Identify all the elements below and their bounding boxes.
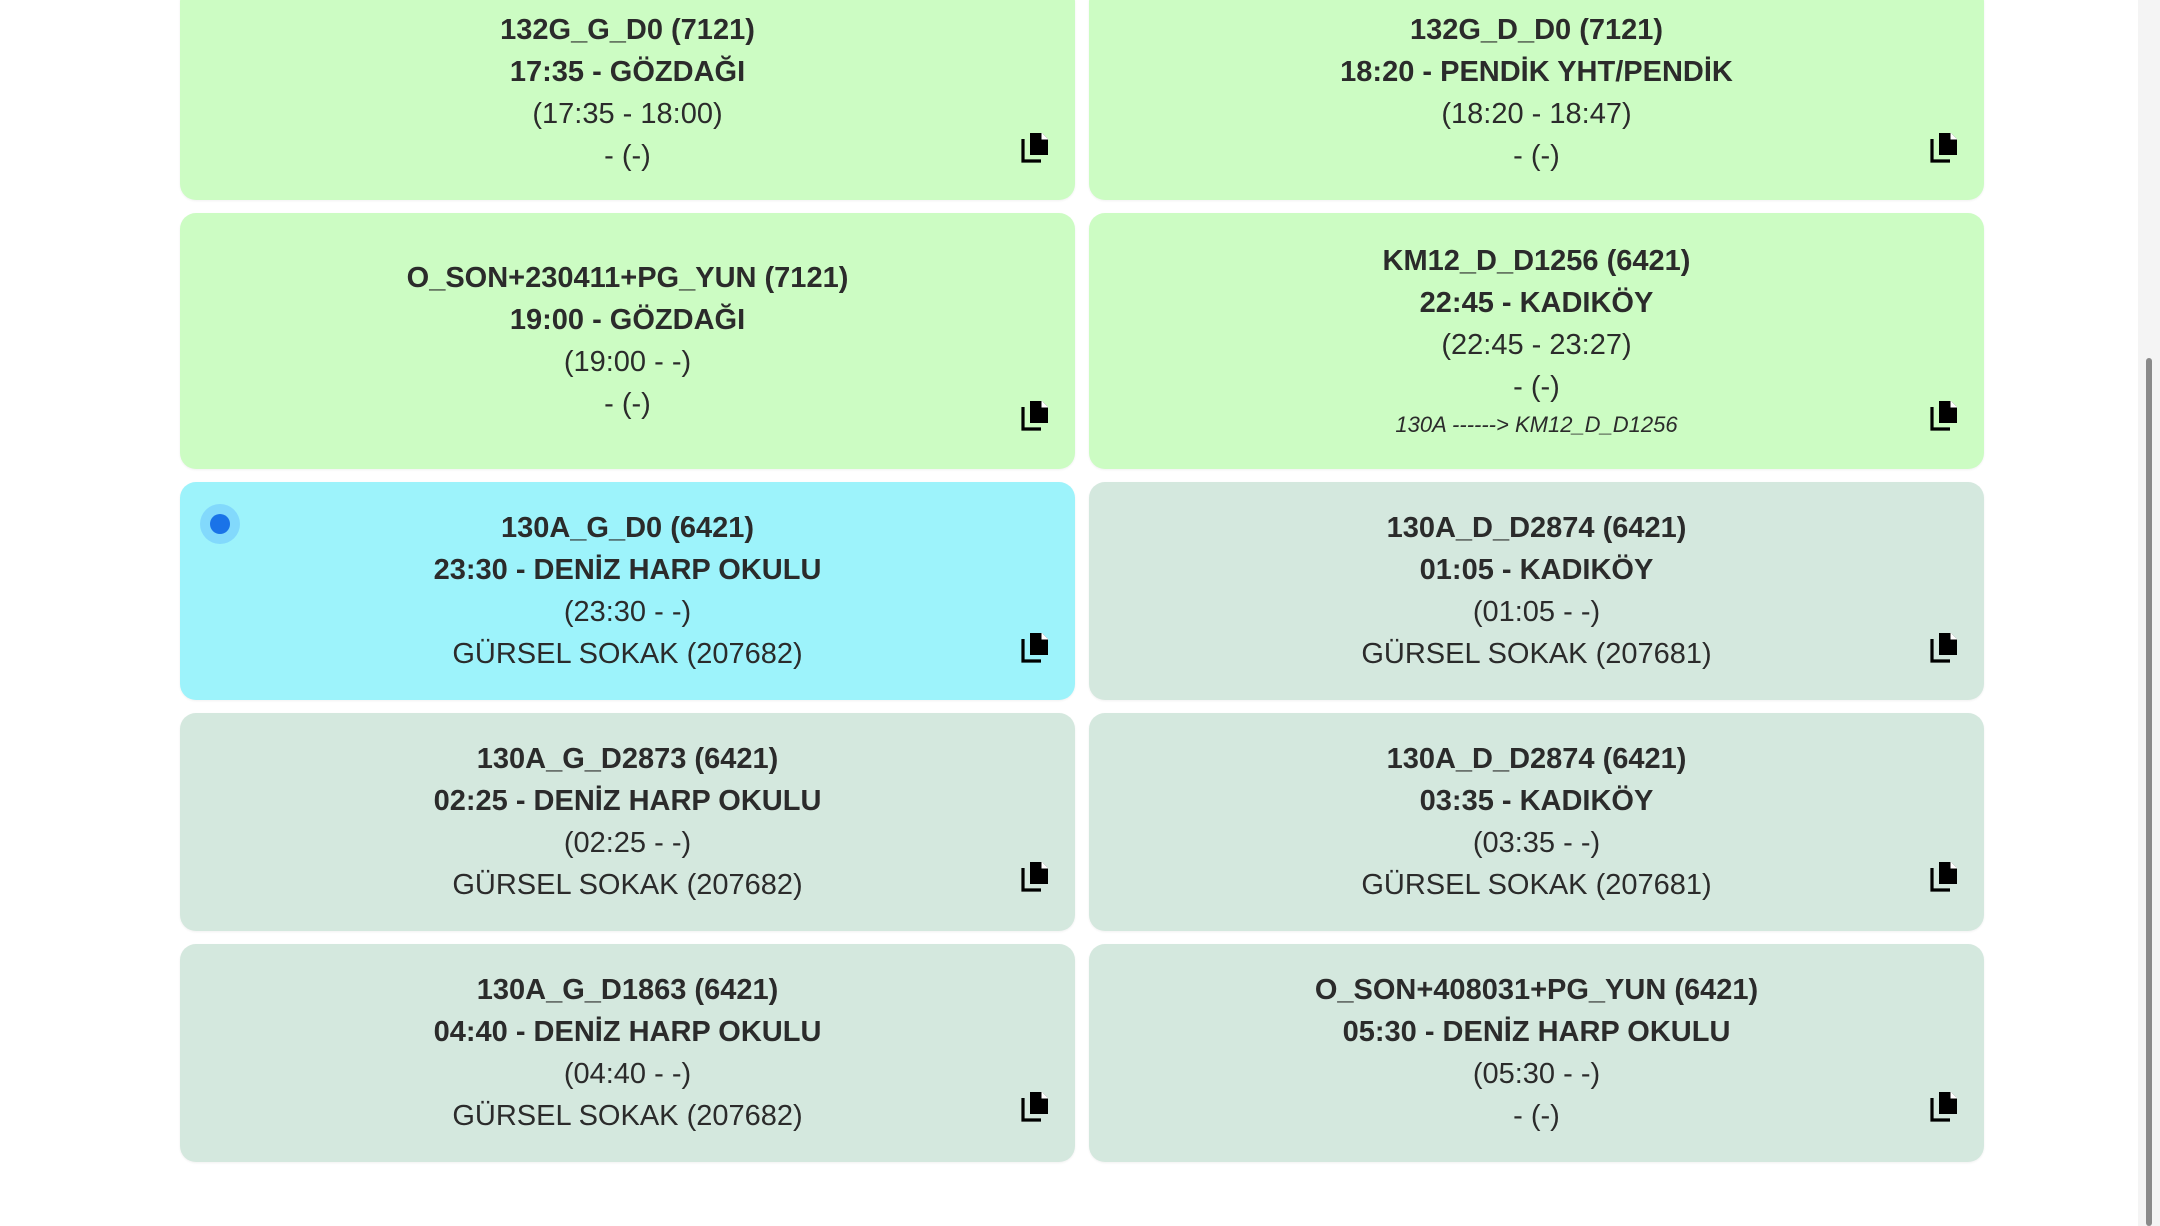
time-range: (04:40 - -) xyxy=(563,1058,692,1090)
trip-card-7[interactable]: 130A_G_D2873 (6421) 02:25 - DENİZ HARP O… xyxy=(180,713,1075,931)
departure-destination: 02:25 - DENİZ HARP OKULU xyxy=(433,785,822,817)
vertical-scrollbar[interactable] xyxy=(2138,0,2160,1226)
selected-indicator-dot xyxy=(200,504,240,544)
trip-code: 130A_G_D0 (6421) xyxy=(500,512,755,544)
stop-name: - (-) xyxy=(604,388,651,420)
stop-name: GÜRSEL SOKAK (207682) xyxy=(452,638,803,670)
copy-icon[interactable] xyxy=(1019,1090,1049,1122)
departure-destination: 05:30 - DENİZ HARP OKULU xyxy=(1342,1016,1731,1048)
trip-code: 132G_G_D0 (7121) xyxy=(500,14,755,46)
copy-icon[interactable] xyxy=(1928,399,1958,431)
copy-icon[interactable] xyxy=(1019,399,1049,431)
trip-card-1[interactable]: 132G_G_D0 (7121) 17:35 - GÖZDAĞI (17:35 … xyxy=(180,0,1075,200)
time-range: (02:25 - -) xyxy=(563,827,692,859)
stop-name: GÜRSEL SOKAK (207681) xyxy=(1361,869,1712,901)
time-range: (18:20 - 18:47) xyxy=(1441,98,1632,130)
stop-name: GÜRSEL SOKAK (207682) xyxy=(452,869,803,901)
trip-card-10[interactable]: O_SON+408031+PG_YUN (6421) 05:30 - DENİZ… xyxy=(1089,944,1984,1162)
copy-icon[interactable] xyxy=(1019,860,1049,892)
stop-name: - (-) xyxy=(1513,140,1560,172)
trip-code: 130A_D_D2874 (6421) xyxy=(1386,743,1687,775)
copy-icon[interactable] xyxy=(1928,1090,1958,1122)
copy-icon[interactable] xyxy=(1019,131,1049,163)
time-range: (05:30 - -) xyxy=(1472,1058,1601,1090)
time-range: (03:35 - -) xyxy=(1472,827,1601,859)
time-range: (23:30 - -) xyxy=(563,596,692,628)
trip-card-5[interactable]: 130A_G_D0 (6421) 23:30 - DENİZ HARP OKUL… xyxy=(180,482,1075,700)
route-transfer-note: 130A ------> KM12_D_D1256 xyxy=(1395,412,1678,437)
copy-icon[interactable] xyxy=(1928,631,1958,663)
trip-code: 130A_D_D2874 (6421) xyxy=(1386,512,1687,544)
trip-code: O_SON+230411+PG_YUN (7121) xyxy=(406,262,849,294)
stop-name: - (-) xyxy=(604,140,651,172)
trip-code: KM12_D_D1256 (6421) xyxy=(1382,245,1691,277)
trip-code: O_SON+408031+PG_YUN (6421) xyxy=(1314,974,1759,1006)
departure-destination: 18:20 - PENDİK YHT/PENDİK xyxy=(1340,56,1733,88)
trip-card-8[interactable]: 130A_D_D2874 (6421) 03:35 - KADIKÖY (03:… xyxy=(1089,713,1984,931)
stop-name: GÜRSEL SOKAK (207681) xyxy=(1361,638,1712,670)
trip-code: 130A_G_D2873 (6421) xyxy=(476,743,779,775)
trip-card-4[interactable]: KM12_D_D1256 (6421) 22:45 - KADIKÖY (22:… xyxy=(1089,213,1984,469)
copy-icon[interactable] xyxy=(1019,631,1049,663)
departure-destination: 22:45 - KADIKÖY xyxy=(1419,287,1654,319)
trip-card-grid: 132G_G_D0 (7121) 17:35 - GÖZDAĞI (17:35 … xyxy=(180,0,1986,1162)
copy-icon[interactable] xyxy=(1928,860,1958,892)
time-range: (17:35 - 18:00) xyxy=(532,98,723,130)
trip-code: 132G_D_D0 (7121) xyxy=(1409,14,1664,46)
departure-destination: 01:05 - KADIKÖY xyxy=(1419,554,1654,586)
time-range: (19:00 - -) xyxy=(563,346,692,378)
trip-card-6[interactable]: 130A_D_D2874 (6421) 01:05 - KADIKÖY (01:… xyxy=(1089,482,1984,700)
departure-destination: 19:00 - GÖZDAĞI xyxy=(509,304,746,336)
stop-name: - (-) xyxy=(1513,1100,1560,1132)
scrollbar-thumb[interactable] xyxy=(2146,358,2152,1226)
departure-destination: 04:40 - DENİZ HARP OKULU xyxy=(433,1016,822,1048)
departure-destination: 17:35 - GÖZDAĞI xyxy=(509,56,746,88)
time-range: (01:05 - -) xyxy=(1472,596,1601,628)
departure-destination: 23:30 - DENİZ HARP OKULU xyxy=(433,554,822,586)
trip-card-9[interactable]: 130A_G_D1863 (6421) 04:40 - DENİZ HARP O… xyxy=(180,944,1075,1162)
time-range: (22:45 - 23:27) xyxy=(1441,329,1632,361)
trip-code: 130A_G_D1863 (6421) xyxy=(476,974,779,1006)
stop-name: GÜRSEL SOKAK (207682) xyxy=(452,1100,803,1132)
stop-name: - (-) xyxy=(1513,371,1560,403)
copy-icon[interactable] xyxy=(1928,131,1958,163)
trip-card-2[interactable]: 132G_D_D0 (7121) 18:20 - PENDİK YHT/PEND… xyxy=(1089,0,1984,200)
departure-destination: 03:35 - KADIKÖY xyxy=(1419,785,1654,817)
trip-card-3[interactable]: O_SON+230411+PG_YUN (7121) 19:00 - GÖZDA… xyxy=(180,213,1075,469)
